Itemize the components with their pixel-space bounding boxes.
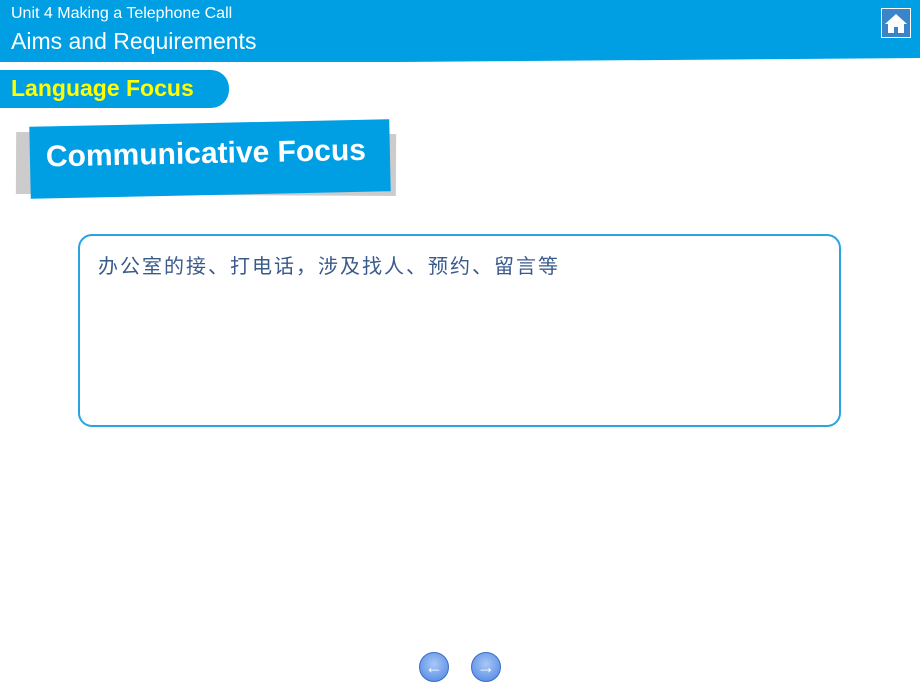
prev-button[interactable]: ← [419, 652, 449, 682]
home-icon [885, 14, 907, 33]
section-label: Language Focus [0, 70, 229, 108]
arrow-left-icon: ← [425, 657, 443, 677]
content-text: 办公室的接、打电话，涉及找人、预约、留言等 [98, 254, 560, 278]
home-button[interactable] [881, 8, 911, 38]
unit-title: Unit 4 Making a Telephone Call [11, 5, 233, 22]
arrow-right-icon: → [477, 657, 495, 677]
page-title: Aims and Requirements [11, 28, 257, 54]
content-box: 办公室的接、打电话，涉及找人、预约、留言等 [78, 234, 841, 427]
next-button[interactable]: → [471, 652, 501, 682]
subsection-banner: Communicative Focus [29, 119, 391, 199]
